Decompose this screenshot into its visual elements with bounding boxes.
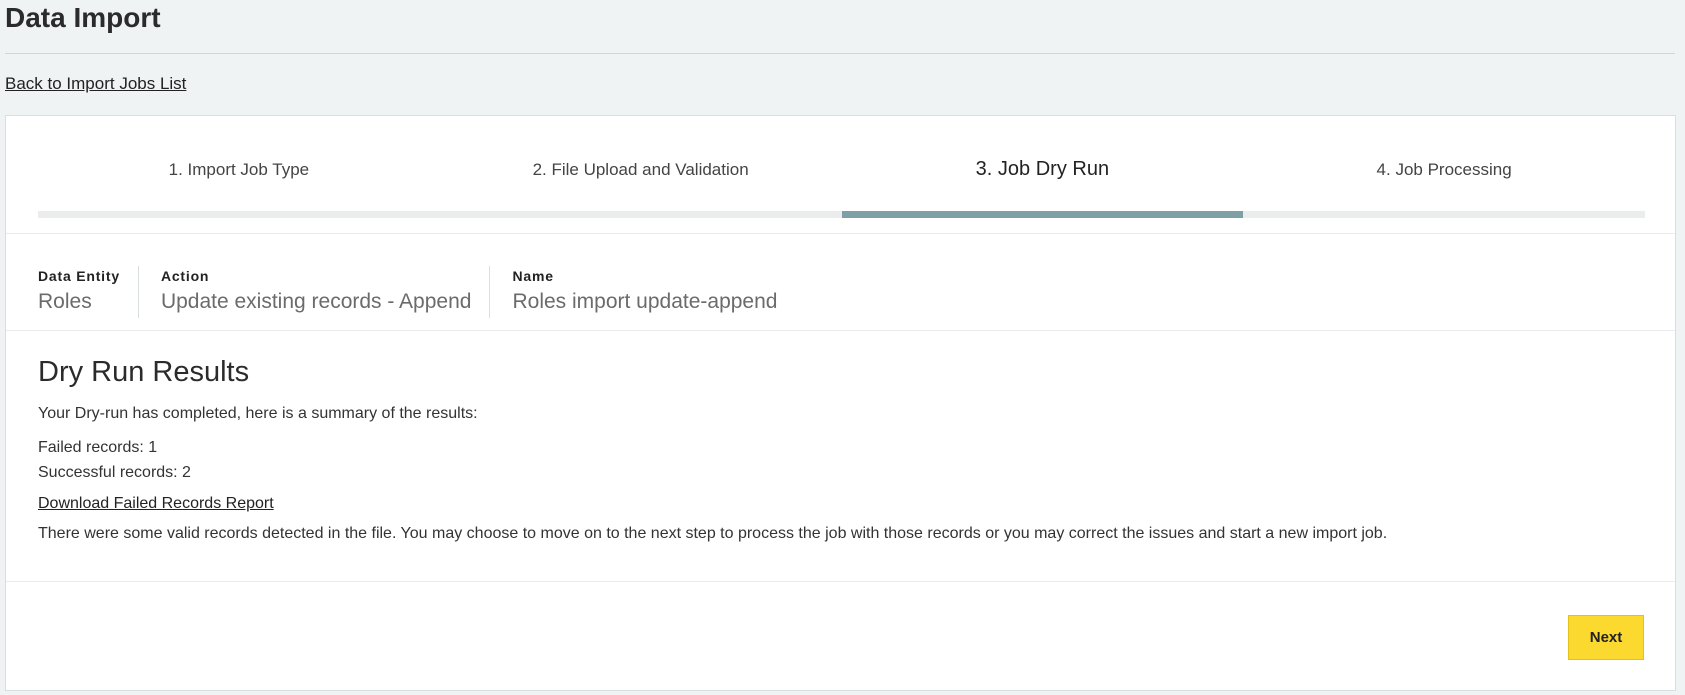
step-job-dry-run[interactable]: 3. Job Dry Run: [841, 156, 1244, 218]
meta-label: Name: [512, 268, 554, 284]
import-wizard-card: 1. Import Job Type 2. File Upload and Va…: [5, 115, 1676, 691]
step-label: 4. Job Processing: [1376, 160, 1512, 179]
next-button[interactable]: Next: [1568, 615, 1644, 660]
step-job-processing[interactable]: 4. Job Processing: [1243, 156, 1645, 218]
back-to-import-jobs-link[interactable]: Back to Import Jobs List: [5, 74, 186, 94]
step-label: 1. Import Job Type: [168, 160, 310, 179]
results-heading: Dry Run Results: [38, 356, 250, 388]
title-divider: [5, 53, 1675, 54]
job-meta: Data Entity Roles Action Update existing…: [38, 266, 795, 318]
section-divider: [6, 233, 1675, 234]
meta-value: Roles: [38, 290, 92, 313]
meta-action: Action Update existing records - Append: [137, 266, 490, 318]
successful-records-count: Successful records: 2: [38, 464, 191, 481]
download-failed-records-link[interactable]: Download Failed Records Report: [38, 495, 274, 513]
step-progress-bar-active: [841, 211, 1244, 218]
wizard-steps: 1. Import Job Type 2. File Upload and Va…: [38, 156, 1645, 218]
meta-label: Data Entity: [38, 268, 120, 284]
step-label: 3. Job Dry Run: [975, 158, 1110, 180]
results-counts: Failed records: 1 Successful records: 2: [38, 435, 1638, 485]
step-progress-bar: [439, 211, 842, 218]
results-summary: Your Dry-run has completed, here is a su…: [38, 405, 478, 422]
section-divider: [6, 581, 1675, 582]
section-divider: [6, 330, 1675, 331]
meta-label: Action: [160, 268, 210, 284]
dry-run-results: Dry Run Results Your Dry-run has complet…: [38, 356, 1638, 543]
page-title: Data Import: [5, 2, 161, 33]
results-note: There were some valid records detected i…: [38, 525, 1388, 542]
meta-name: Name Roles import update-append: [489, 266, 795, 318]
step-progress-bar: [38, 211, 440, 218]
step-progress-bar: [1243, 211, 1645, 218]
step-import-job-type[interactable]: 1. Import Job Type: [38, 156, 440, 218]
failed-records-count: Failed records: 1: [38, 439, 158, 456]
meta-value: Roles import update-append: [512, 290, 778, 313]
meta-value: Update existing records - Append: [160, 290, 472, 313]
meta-data-entity: Data Entity Roles: [38, 266, 138, 318]
step-file-upload-validation[interactable]: 2. File Upload and Validation: [439, 156, 842, 218]
step-label: 2. File Upload and Validation: [532, 160, 749, 179]
